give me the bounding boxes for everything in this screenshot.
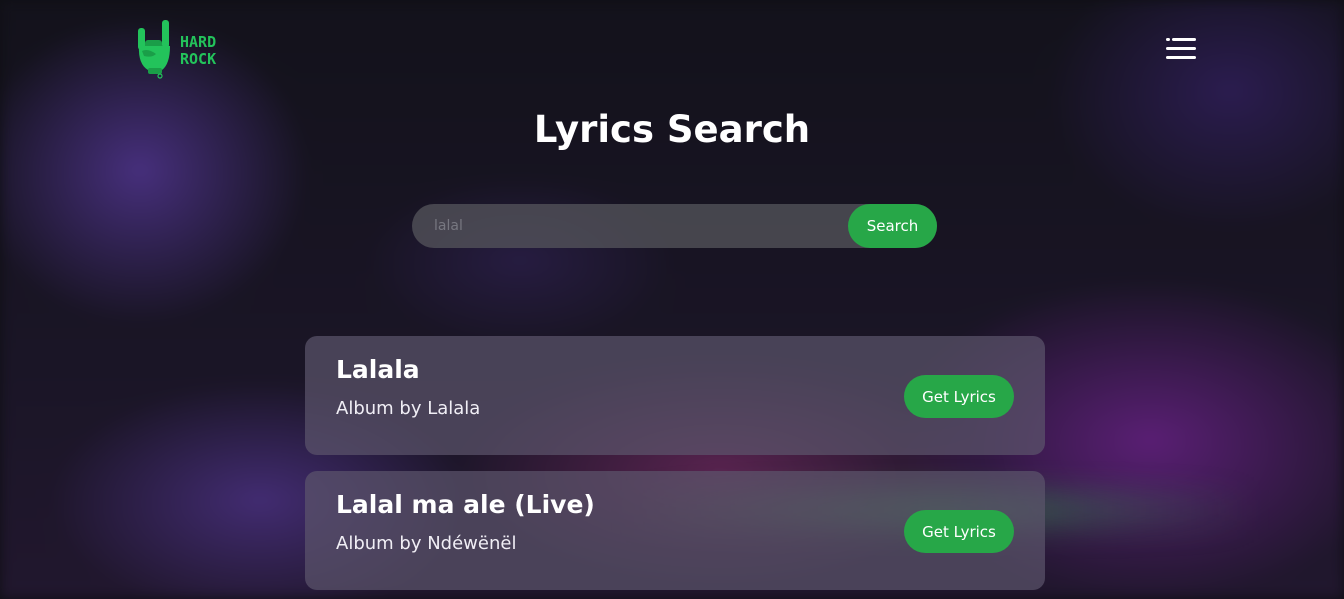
- rock-hand-icon: [136, 18, 174, 84]
- search-input[interactable]: [412, 204, 848, 248]
- result-card: Lalal ma ale (Live) Album by Ndéwënël Ge…: [305, 471, 1045, 590]
- get-lyrics-button[interactable]: Get Lyrics: [904, 510, 1014, 553]
- logo-line-2: ROCK: [180, 50, 217, 68]
- hamburger-menu-icon[interactable]: [1164, 36, 1198, 62]
- search-bar: Search: [412, 204, 937, 248]
- search-button[interactable]: Search: [848, 204, 937, 248]
- result-subtitle: Album by Lalala: [336, 398, 481, 419]
- logo[interactable]: HARD ROCK: [136, 18, 216, 84]
- page-title: Lyrics Search: [533, 108, 811, 151]
- result-subtitle: Album by Ndéwënël: [336, 533, 517, 554]
- get-lyrics-button[interactable]: Get Lyrics: [904, 375, 1014, 418]
- logo-line-1: HARD: [180, 33, 217, 51]
- result-card: Lalala Album by Lalala Get Lyrics: [305, 336, 1045, 455]
- logo-text: HARD ROCK: [180, 34, 216, 68]
- result-title: Lalal ma ale (Live): [336, 490, 595, 519]
- result-title: Lalala: [336, 355, 420, 384]
